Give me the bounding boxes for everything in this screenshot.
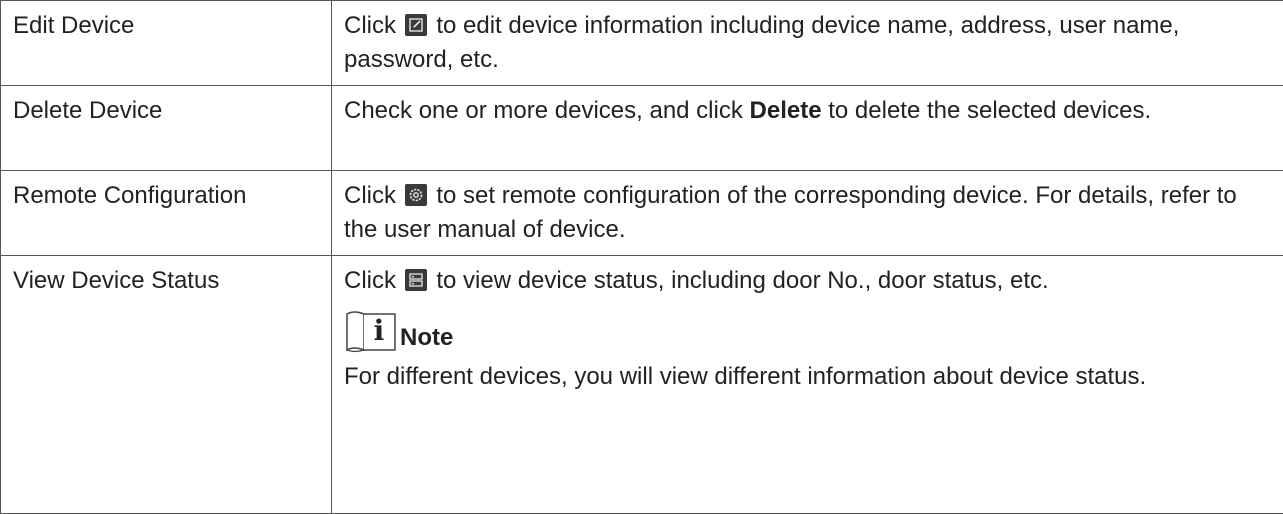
edit-icon [405, 14, 427, 36]
row-description-cell: Click to edit device information includi… [332, 1, 1283, 86]
row-label-cell: Delete Device [1, 86, 332, 171]
row-label-cell: View Device Status [1, 256, 332, 514]
gear-icon [405, 184, 427, 206]
row-description-cell: Check one or more devices, and click Del… [332, 86, 1283, 171]
device-status-icon [405, 269, 427, 291]
delete-keyword: Delete [750, 97, 822, 124]
note-text: For different devices, you will view dif… [344, 360, 1271, 394]
table-row: Remote Configuration Click to set remote… [1, 171, 1283, 256]
description-text: to set remote configuration of the corre… [344, 182, 1237, 243]
svg-text:i: i [374, 314, 385, 347]
row-label: Remote Configuration [13, 182, 246, 209]
description-text: to edit device information including dev… [344, 12, 1179, 73]
row-label: View Device Status [13, 267, 219, 294]
description-text: Click [344, 267, 396, 294]
operations-table: Edit Device Click to edit device informa… [0, 0, 1283, 514]
note-book-icon: i [344, 308, 398, 354]
row-label: Delete Device [13, 97, 162, 124]
description-text: to delete the selected devices. [828, 97, 1151, 124]
status-description: Click to view device status, including d… [344, 264, 1271, 298]
row-label: Edit Device [13, 12, 134, 39]
row-description-cell: Click to set remote configuration of the… [332, 171, 1283, 256]
note-header: i Note [344, 308, 1271, 354]
description-text: to view device status, including door No… [436, 267, 1048, 294]
note-label: Note [400, 324, 453, 352]
table-row: Edit Device Click to edit device informa… [1, 1, 1283, 86]
table-row: View Device Status Click to view device … [1, 256, 1283, 514]
description-text: Click [344, 12, 396, 39]
description-text: Check one or more devices, and click [344, 97, 743, 124]
row-label-cell: Remote Configuration [1, 171, 332, 256]
row-label-cell: Edit Device [1, 1, 332, 86]
table-row: Delete Device Check one or more devices,… [1, 86, 1283, 171]
description-text: Click [344, 182, 396, 209]
row-description-cell: Click to view device status, including d… [332, 256, 1283, 514]
